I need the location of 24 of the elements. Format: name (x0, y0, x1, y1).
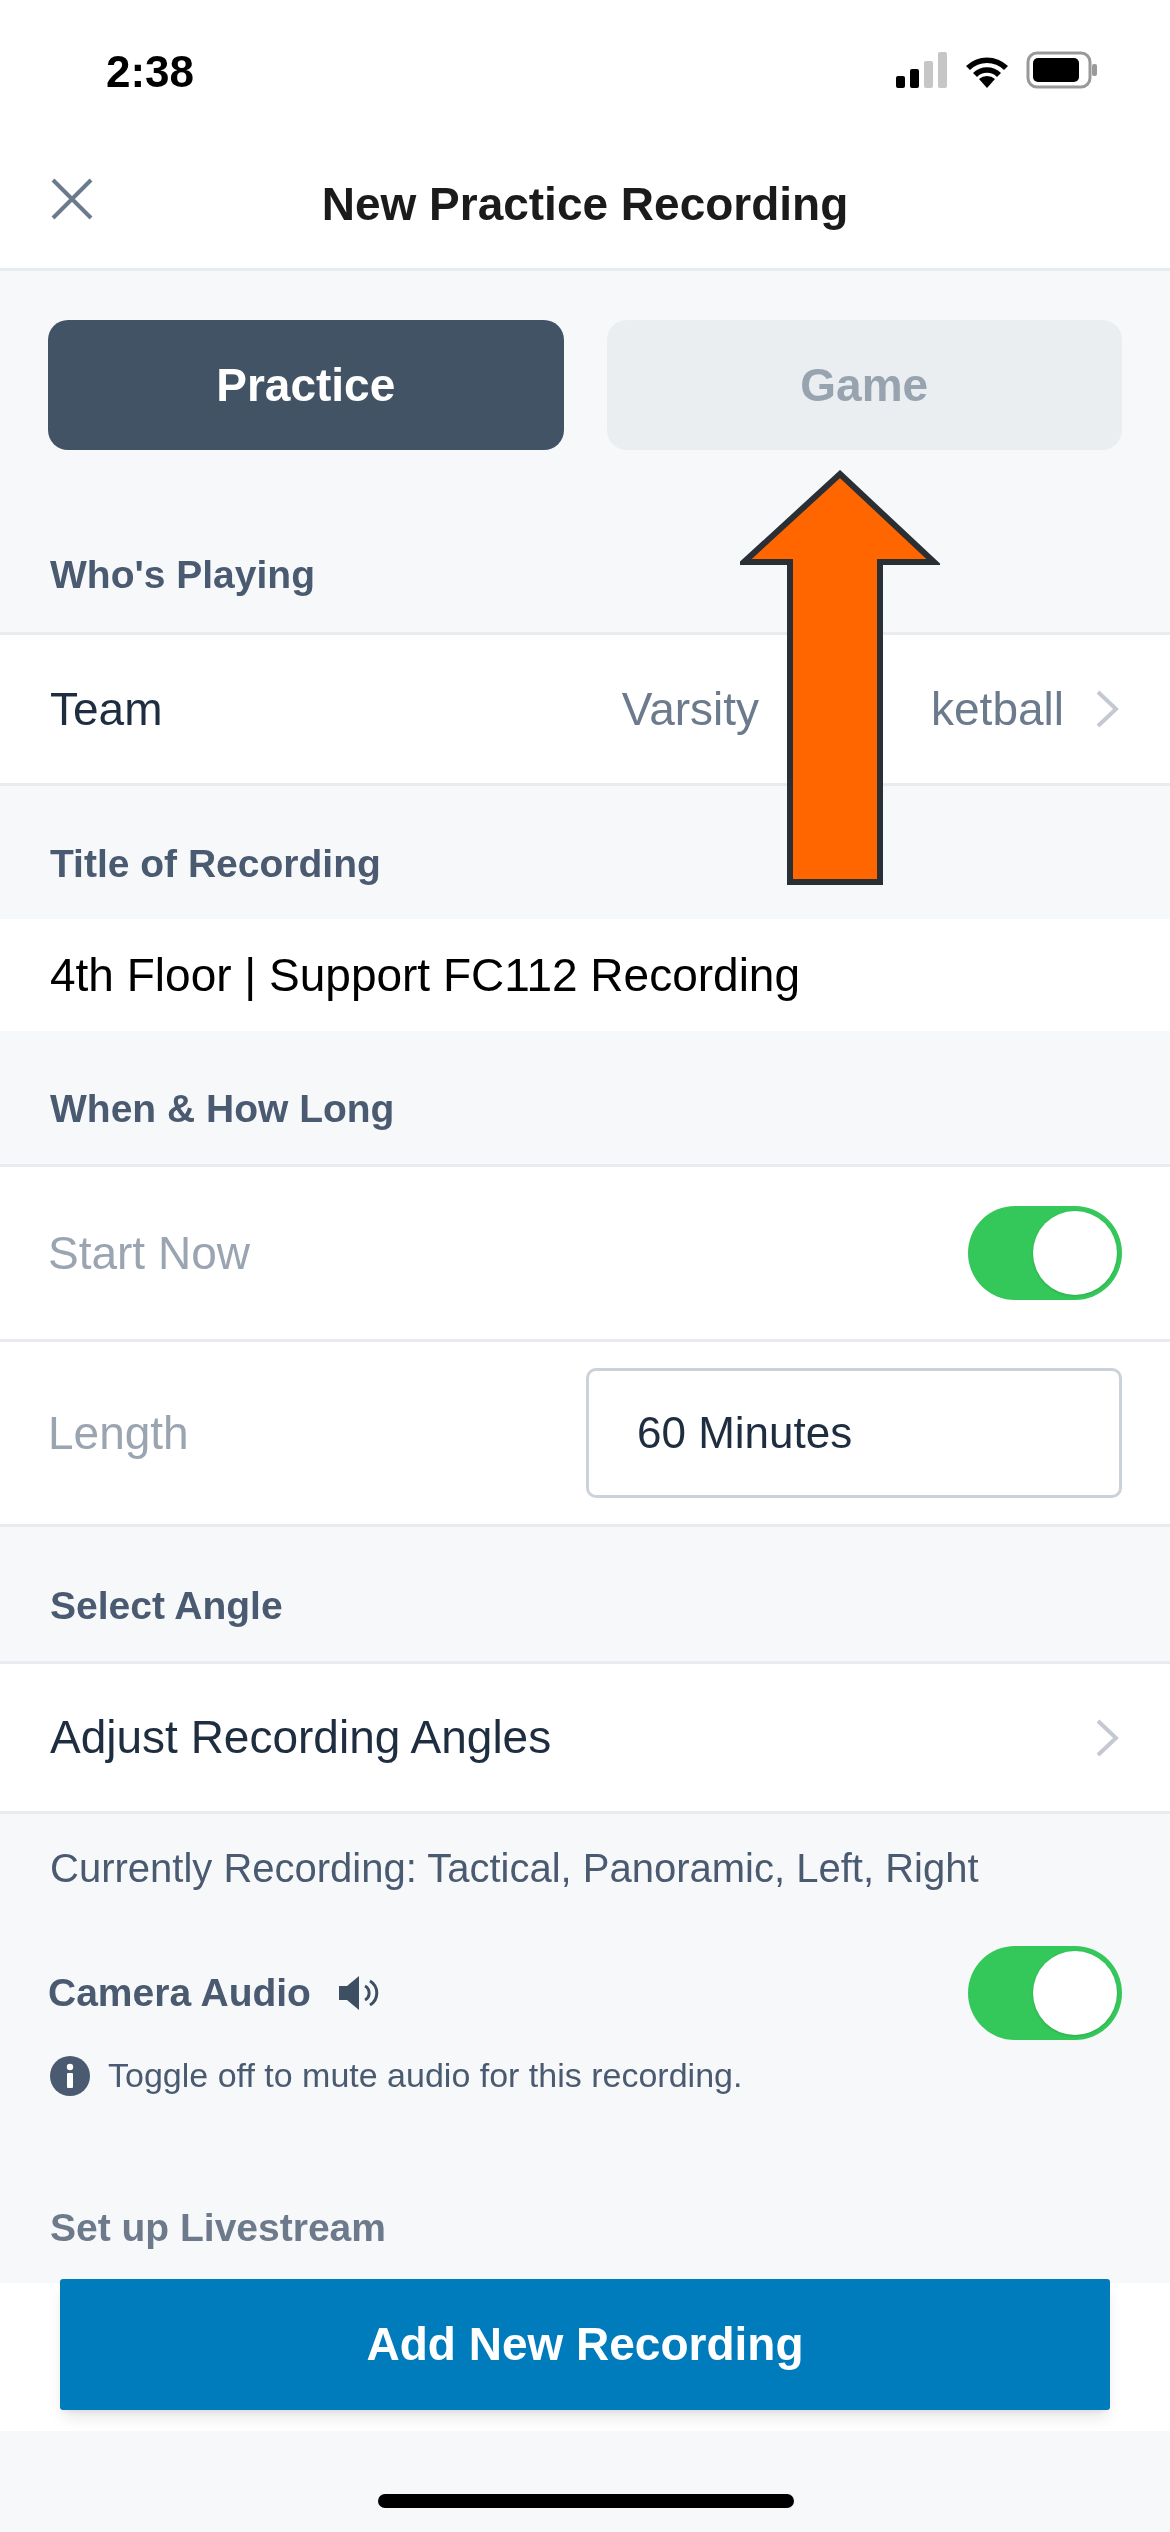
screen-title: New Practice Recording (321, 176, 849, 232)
row-label: Length (48, 1405, 189, 1461)
segment-tab[interactable]: Practice (48, 320, 564, 450)
section-heading: When & How Long (50, 1085, 395, 1132)
camera-audio-label: Camera Audio (48, 1969, 311, 2016)
length-field[interactable]: 60 Minutes (586, 1368, 1122, 1498)
close-icon (50, 177, 94, 221)
row-label: Start Now (48, 1225, 250, 1281)
info-icon (50, 2055, 90, 2096)
row-label: Adjust Recording Angles (50, 1710, 552, 1765)
section-heading: Select Angle (50, 1582, 283, 1629)
section-heading: Who's Playing (50, 551, 315, 598)
section-heading: Title of Recording (50, 840, 381, 887)
hint-text: Toggle off to mute audio for this recording. (108, 2055, 743, 2096)
angles-summary: Currently Recording: Tactical, Panoramic, Left, Right (50, 1846, 979, 1890)
chevron-right-icon (1094, 688, 1120, 730)
battery-icon (1026, 51, 1098, 89)
section-heading: Set up Livestream (50, 2206, 386, 2249)
add-recording-button[interactable]: Add New Recording (60, 2279, 1110, 2410)
row-label: Team (50, 681, 163, 737)
status-time: 2:38 (106, 46, 195, 98)
row-value: ketball (931, 681, 1064, 737)
row-value: Varsity (621, 681, 760, 737)
signal-icon (896, 52, 948, 88)
